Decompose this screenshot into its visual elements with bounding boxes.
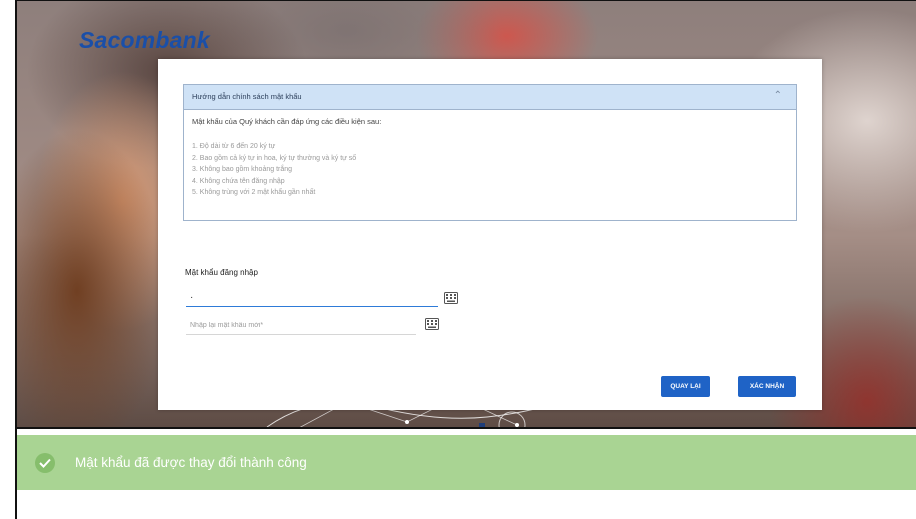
virtual-keyboard-icon[interactable]	[425, 318, 439, 330]
confirm-button[interactable]: XÁC NHẬN	[738, 376, 796, 397]
policy-rule: 1. Độ dài từ 6 đến 20 ký tự	[192, 143, 276, 150]
policy-panel-header[interactable]: Hướng dẫn chính sách mật khẩu ⌃	[184, 85, 796, 110]
toast-message: Mật khẩu đã được thay đổi thành công	[75, 455, 307, 470]
policy-rule: 4. Không chứa tên đăng nhập	[192, 177, 285, 185]
hero-background: Sacombank Hướng dẫn chính sách mật khẩu …	[17, 1, 916, 427]
policy-rule: 5. Không trùng với 2 mật khẩu gần nhất	[192, 189, 316, 196]
new-password-input[interactable]	[186, 289, 438, 307]
password-label: Mật khẩu đăng nhập	[185, 268, 258, 277]
change-password-card: Hướng dẫn chính sách mật khẩu ⌃ Mật khẩu…	[158, 59, 822, 410]
policy-title: Hướng dẫn chính sách mật khẩu	[192, 92, 302, 101]
policy-rule: 2. Bao gồm cả ký tự in hoa, ký tự thường…	[192, 154, 357, 162]
policy-intro: Mật khẩu của Quý khách cần đáp ứng các đ…	[192, 117, 382, 126]
password-policy-panel: Hướng dẫn chính sách mật khẩu ⌃ Mật khẩu…	[183, 84, 797, 221]
bank-logo: Sacombank	[79, 27, 210, 53]
virtual-keyboard-icon[interactable]	[444, 292, 458, 304]
back-button[interactable]: QUAY LẠI	[661, 376, 710, 397]
confirm-password-input[interactable]	[186, 317, 416, 335]
success-toast: Mật khẩu đã được thay đổi thành công	[17, 435, 916, 490]
check-circle-icon	[35, 453, 55, 473]
policy-rule: 3. Không bao gồm khoảng trắng	[192, 166, 293, 173]
chevron-up-icon[interactable]: ⌃	[774, 90, 782, 101]
policy-rules-list: 1. Độ dài từ 6 đến 20 ký tự 2. Bao gồm c…	[192, 141, 356, 199]
frame-divider	[15, 427, 916, 429]
